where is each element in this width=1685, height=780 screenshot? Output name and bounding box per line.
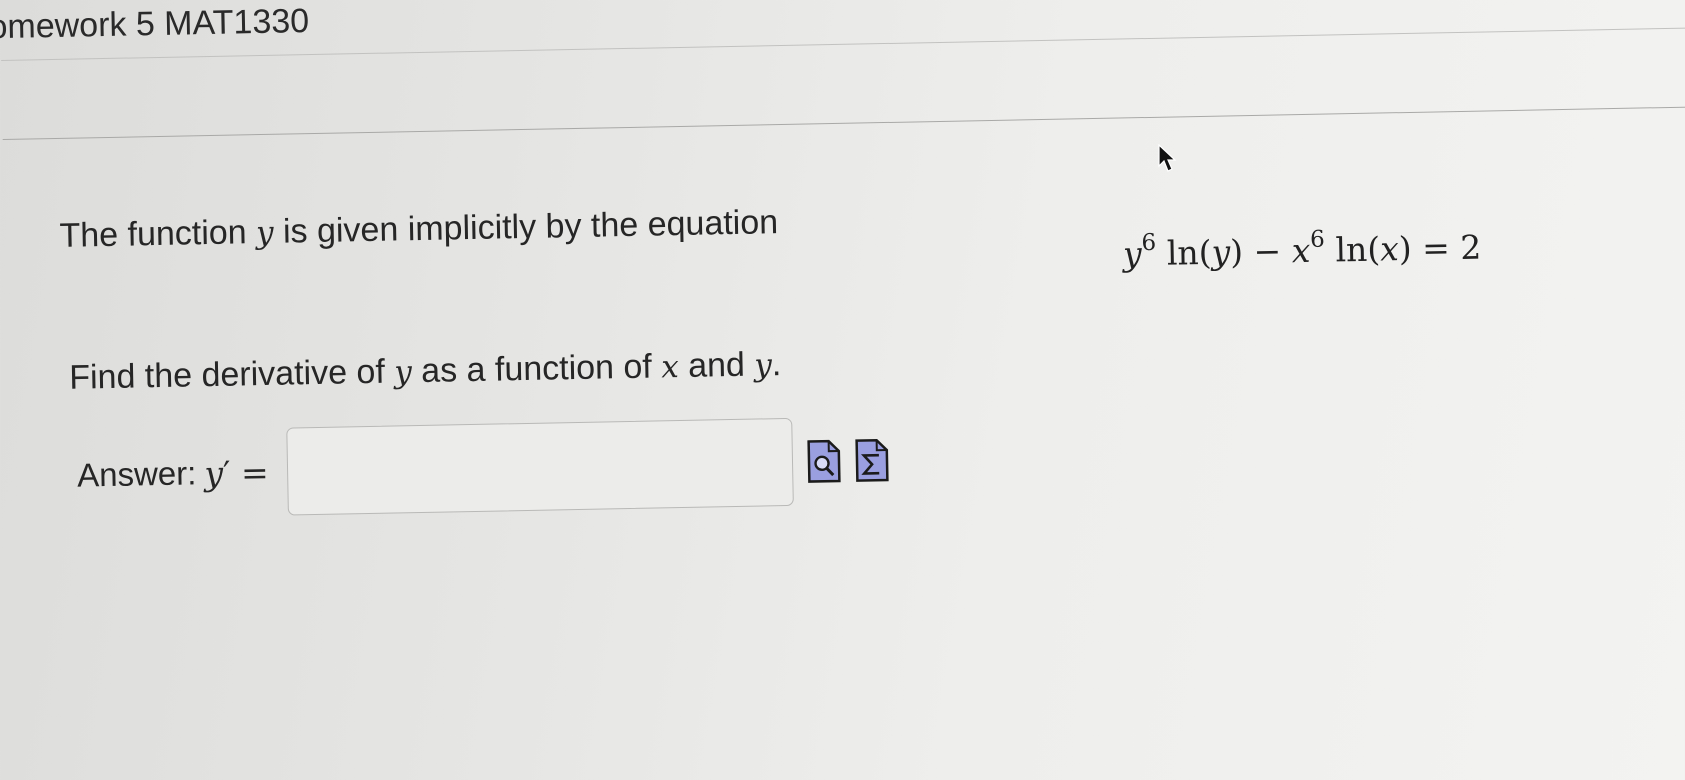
instruction-text-mid: as a function of — [411, 347, 662, 391]
equation-equals: = — [1421, 228, 1451, 268]
mouse-pointer-icon — [1158, 144, 1177, 172]
equation-term2-exponent: 6 — [1309, 226, 1326, 253]
problem-instruction: Find the derivative of y as a function o… — [69, 345, 782, 398]
equation-term1-function: ln( — [1166, 232, 1212, 273]
page: omework 5 MAT1330 The function y is give… — [0, 0, 1685, 780]
instruction-text-start: Find the derivative of — [68, 352, 395, 397]
answer-label: Answer: — [76, 454, 197, 494]
equation-term2-argument: x — [1379, 229, 1400, 269]
instruction-text-and: and — [678, 345, 755, 386]
prompt-variable-y: y — [255, 214, 274, 252]
instruction-variable-y2: y — [753, 347, 773, 384]
equation-rhs: 2 — [1459, 227, 1482, 268]
equation-term2-function: ln( — [1335, 229, 1381, 270]
equation-term1-base: y — [1122, 234, 1143, 274]
instruction-variable-y: y — [393, 354, 413, 391]
instruction-text-end: . — [771, 345, 782, 384]
equation-term1-exponent: 6 — [1141, 229, 1157, 257]
problem-prompt: The function y is given implicitly by th… — [59, 203, 778, 256]
instruction-variable-x: x — [660, 349, 680, 386]
equation-term2-base: x — [1291, 230, 1311, 271]
preview-icon[interactable] — [806, 439, 841, 484]
answer-row: Answer: y′ = — [76, 415, 889, 521]
equation-minus: − — [1253, 231, 1282, 271]
prompt-text-start: The function — [59, 213, 257, 255]
section-divider — [2, 105, 1685, 140]
implicit-equation: y6 ln(y) − x6 ln(x) = 2 — [1123, 224, 1482, 274]
page-title: omework 5 MAT1330 — [0, 2, 310, 47]
answer-lhs-variable: y — [203, 453, 224, 493]
equation-editor-icon[interactable] — [854, 438, 889, 483]
equation-term2-close: ) — [1398, 228, 1413, 269]
answer-lhs-equals: = — [230, 452, 269, 493]
equation-term1-argument: y — [1211, 232, 1231, 272]
prompt-text-end: is given implicitly by the equation — [273, 203, 779, 251]
header-bar: omework 5 MAT1330 — [0, 0, 1685, 61]
answer-input[interactable] — [285, 417, 794, 516]
answer-lhs: y′ = — [204, 452, 269, 492]
equation-term1-close: ) — [1229, 232, 1244, 272]
